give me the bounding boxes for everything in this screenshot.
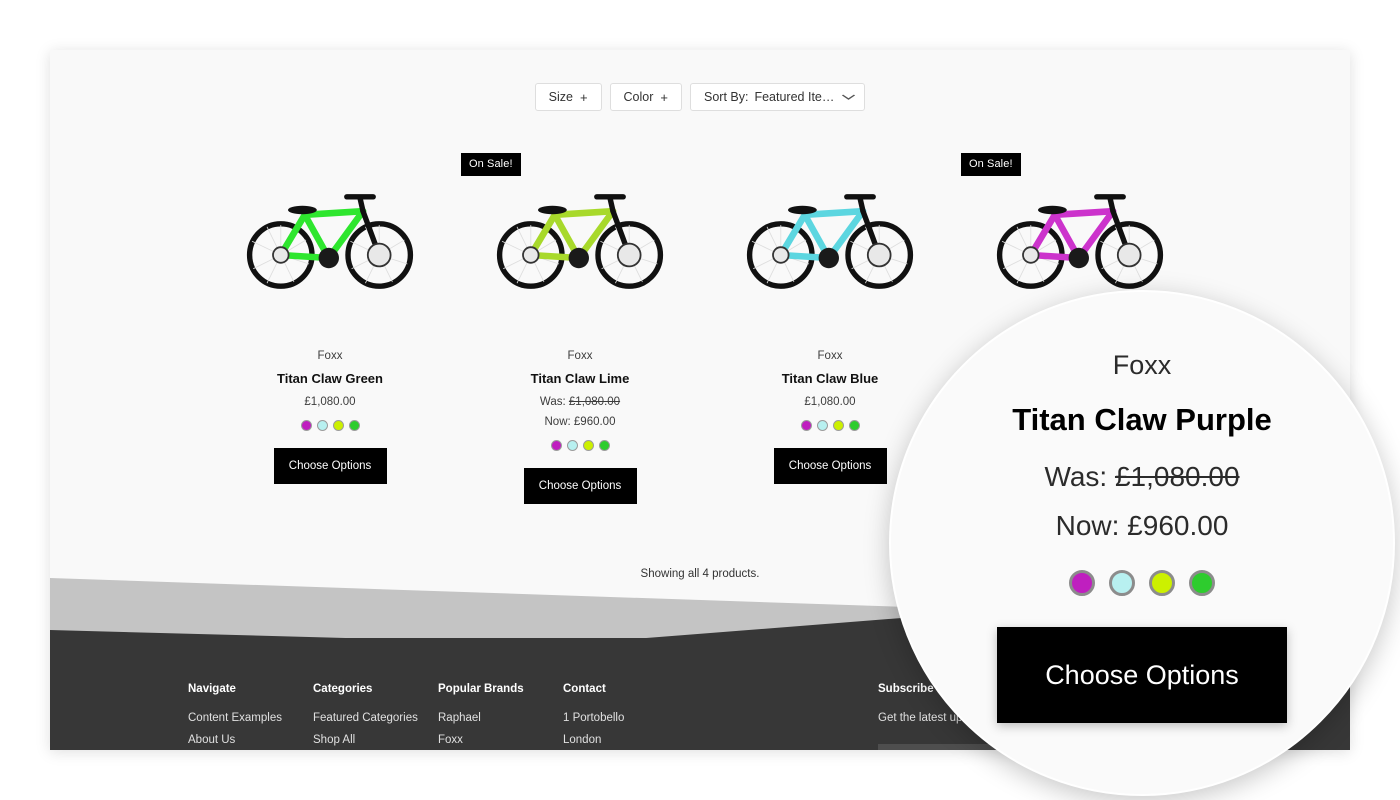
bicycle-image-lime <box>496 193 664 289</box>
swatch-cyan[interactable] <box>816 420 828 431</box>
product-title[interactable]: Titan Claw Lime <box>531 371 630 386</box>
now-amount: £960.00 <box>573 416 616 428</box>
swatch-purple[interactable] <box>300 420 312 431</box>
now-amount: £960.00 <box>1127 510 1229 541</box>
swatch-green[interactable] <box>1189 570 1215 596</box>
address-line: London <box>563 734 602 746</box>
footer-heading: Categories <box>313 683 373 695</box>
sort-by-label: Sort By: <box>704 90 749 104</box>
color-swatch-list <box>300 420 360 431</box>
color-swatch-list <box>800 420 860 431</box>
footer-column-navigate: Navigate Content Examples About Us Shipp… <box>188 683 313 750</box>
swatch-cyan[interactable] <box>316 420 328 431</box>
color-filter-label: Color <box>623 90 654 104</box>
product-card[interactable]: On Sale! <box>455 145 705 504</box>
status-badge-on-sale: On Sale! <box>961 153 1021 176</box>
magnified-choose-options-button[interactable]: Choose Options <box>997 627 1287 723</box>
footer-link[interactable]: Foxx <box>438 734 563 746</box>
magnifier-overlay: Foxx Titan Claw Purple Was: £1,080.00 No… <box>889 290 1395 796</box>
bicycle-image-green <box>246 193 414 289</box>
product-image[interactable] <box>223 161 438 306</box>
footer-link[interactable]: Raphael <box>438 712 563 724</box>
footer-column-contact: Contact 1 Portobello London W11 3DB <box>563 683 763 750</box>
swatch-purple[interactable] <box>1069 570 1095 596</box>
chevron-down-glyph <box>842 94 856 100</box>
product-image[interactable] <box>973 161 1188 306</box>
color-swatch-list <box>550 440 610 451</box>
chevron-down-icon <box>842 92 856 102</box>
now-label: Now: <box>1055 510 1120 541</box>
plus-icon: + <box>660 89 668 105</box>
footer-link[interactable]: Featured Categories <box>313 712 438 724</box>
swatch-green[interactable] <box>348 420 360 431</box>
now-label: Now: <box>544 416 571 428</box>
sort-by-value: Featured Ite… <box>754 90 835 104</box>
bicycle-image-blue <box>746 193 914 289</box>
swatch-green[interactable] <box>598 440 610 451</box>
footer-link[interactable]: Shop All <box>313 734 438 746</box>
product-was-price: Was: £1,080.00 <box>540 396 620 408</box>
product-brand: Foxx <box>317 350 343 362</box>
plus-icon: + <box>579 89 588 105</box>
magnified-now-price: Now: £960.00 <box>1056 510 1229 542</box>
sort-by-select[interactable]: Sort By: Featured Ite… <box>690 83 866 111</box>
product-price: £1,080.00 <box>304 396 356 408</box>
magnified-color-swatch-list <box>1069 570 1215 596</box>
magnified-product-title[interactable]: Titan Claw Purple <box>1012 402 1272 438</box>
swatch-purple[interactable] <box>550 440 562 451</box>
was-label: Was: <box>539 396 566 408</box>
choose-options-button[interactable]: Choose Options <box>773 448 887 484</box>
was-label: Was: <box>1044 461 1108 492</box>
footer-heading: Navigate <box>188 683 236 695</box>
product-brand: Foxx <box>817 350 843 362</box>
footer-column-popular-brands: Popular Brands Raphael Foxx Oxley <box>438 683 563 750</box>
footer-columns: Navigate Content Examples About Us Shipp… <box>188 683 763 750</box>
product-card[interactable]: Foxx Titan Claw Green £1,080.00 Choose O… <box>205 145 455 504</box>
color-filter-button[interactable]: Color + <box>609 83 682 111</box>
status-badge-on-sale: On Sale! <box>461 153 521 176</box>
footer-link[interactable]: About Us <box>188 734 313 746</box>
choose-options-button[interactable]: Choose Options <box>523 468 637 504</box>
footer-heading: Contact <box>563 683 606 695</box>
swatch-lime[interactable] <box>832 420 844 431</box>
filter-toolbar: Size + Color + Sort By: Featured Ite… <box>50 83 1350 111</box>
address-line: 1 Portobello <box>563 712 625 724</box>
swatch-cyan[interactable] <box>566 440 578 451</box>
product-brand: Foxx <box>567 350 593 362</box>
bicycle-image-purple <box>996 193 1164 289</box>
size-filter-button[interactable]: Size + <box>534 83 602 111</box>
product-title[interactable]: Titan Claw Blue <box>782 371 879 386</box>
swatch-lime[interactable] <box>332 420 344 431</box>
magnified-product-brand: Foxx <box>1112 350 1172 380</box>
choose-options-button[interactable]: Choose Options <box>273 448 387 484</box>
size-filter-label: Size <box>548 90 573 104</box>
product-image[interactable] <box>723 161 938 306</box>
swatch-purple[interactable] <box>800 420 812 431</box>
swatch-lime[interactable] <box>582 440 594 451</box>
swatch-lime[interactable] <box>1149 570 1175 596</box>
product-title[interactable]: Titan Claw Green <box>277 371 383 386</box>
footer-link[interactable]: Content Examples <box>188 712 313 724</box>
product-now-price: Now: £960.00 <box>545 416 616 428</box>
footer-heading: Popular Brands <box>438 683 524 695</box>
was-amount: £1,080.00 <box>1114 461 1240 492</box>
swatch-green[interactable] <box>848 420 860 431</box>
screenshot-root: Size + Color + Sort By: Featured Ite… Fo… <box>0 0 1400 800</box>
magnified-was-price: Was: £1,080.00 <box>1044 461 1239 493</box>
footer-column-categories: Categories Featured Categories Shop All … <box>313 683 438 750</box>
product-price: £1,080.00 <box>804 396 856 408</box>
product-image[interactable] <box>473 161 688 306</box>
swatch-cyan[interactable] <box>1109 570 1135 596</box>
was-amount: £1,080.00 <box>568 396 621 408</box>
